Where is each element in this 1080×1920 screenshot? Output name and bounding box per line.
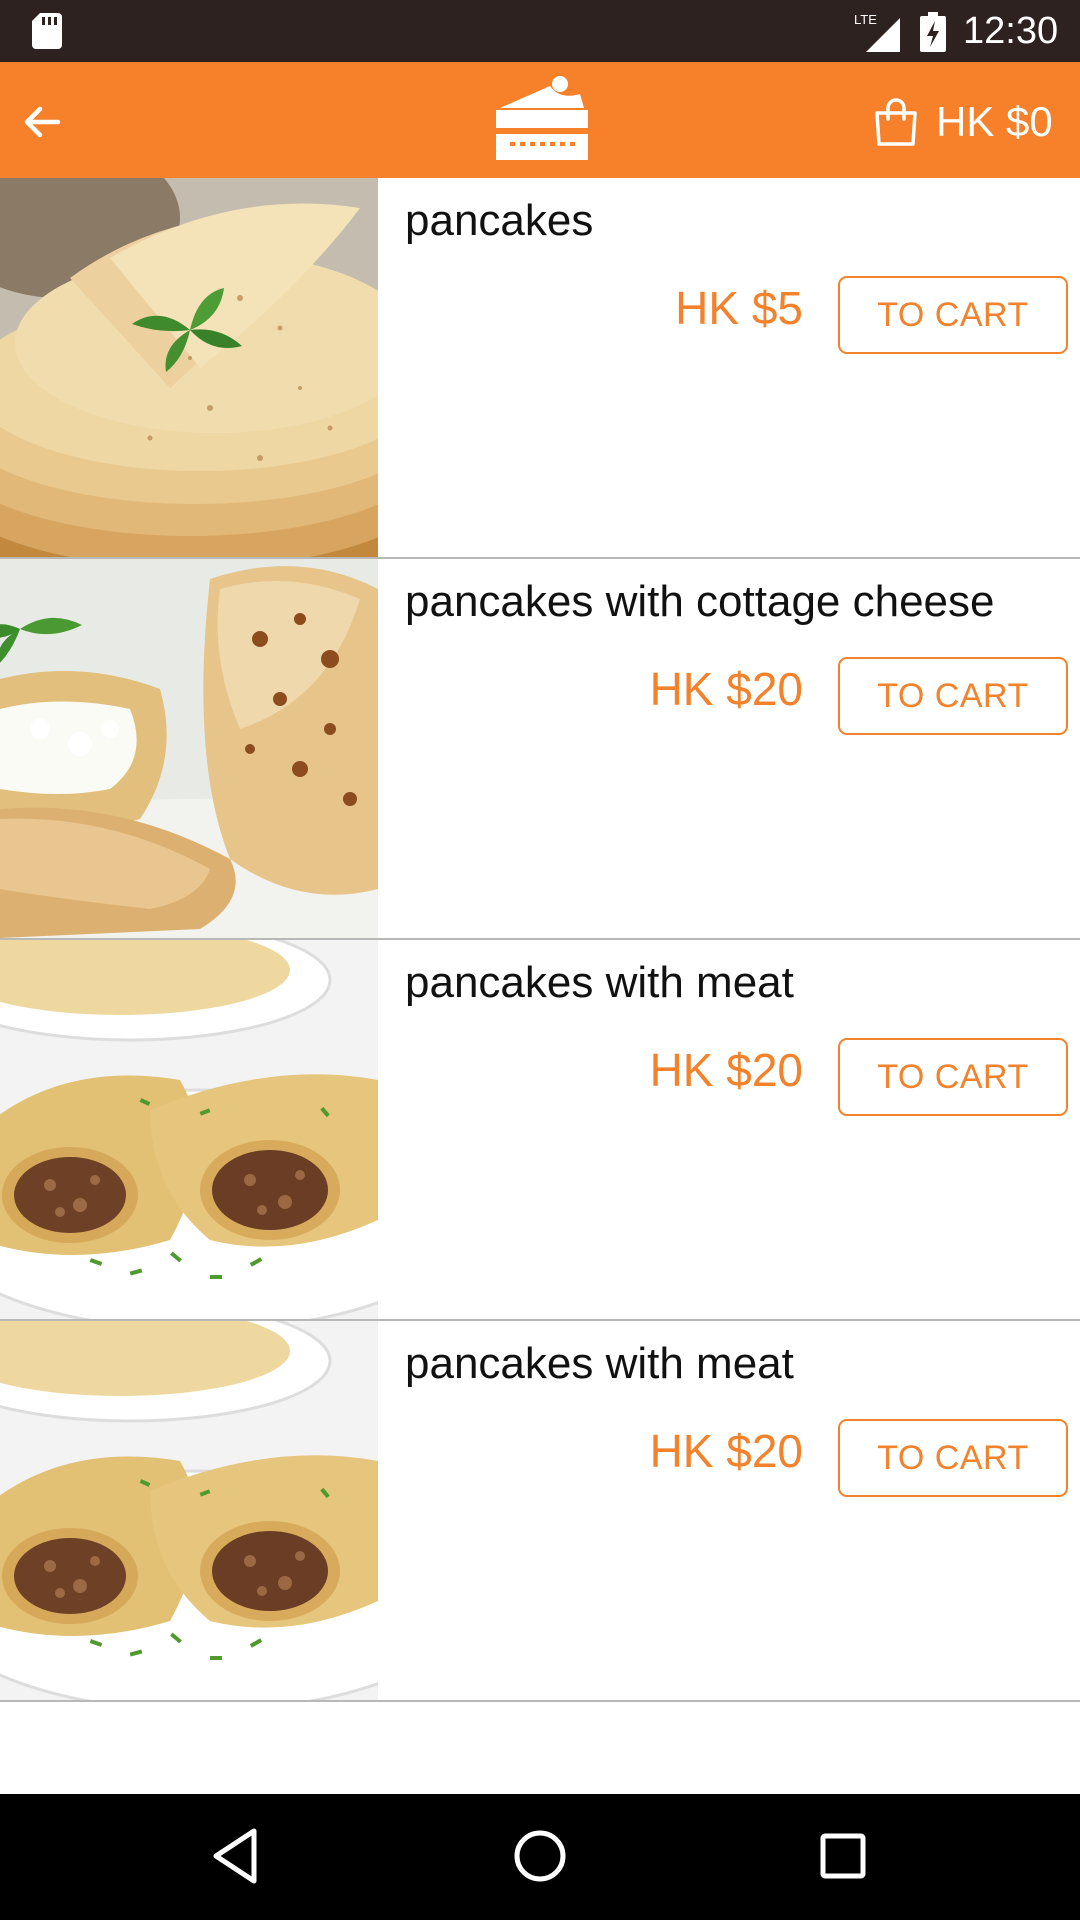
product-row[interactable]: pancakes with cottage cheese HK $20 TO C… bbox=[0, 559, 1080, 940]
product-name: pancakes with cottage cheese bbox=[405, 577, 995, 626]
product-price: HK $20 bbox=[649, 663, 803, 715]
product-price: HK $20 bbox=[649, 1044, 803, 1096]
to-cart-button[interactable]: TO CART bbox=[838, 657, 1068, 735]
to-cart-button[interactable]: TO CART bbox=[838, 1038, 1068, 1116]
product-price: HK $5 bbox=[675, 282, 803, 334]
sd-card-icon bbox=[32, 13, 62, 49]
to-cart-button[interactable]: TO CART bbox=[838, 276, 1068, 354]
product-name: pancakes with meat bbox=[405, 958, 794, 1007]
product-price: HK $20 bbox=[649, 1425, 803, 1477]
shopping-bag-icon bbox=[875, 98, 917, 146]
battery-charging-icon bbox=[920, 12, 946, 52]
system-nav-bar bbox=[0, 1794, 1080, 1920]
arrow-left-icon[interactable] bbox=[18, 98, 66, 146]
cart-total: HK $0 bbox=[936, 98, 1053, 145]
product-row[interactable]: pancakes HK $5 TO CART bbox=[0, 178, 1080, 559]
signal-icon: LTE bbox=[854, 12, 900, 52]
product-image bbox=[0, 559, 378, 938]
product-list: pancakes HK $5 TO CART pancakes with cot… bbox=[0, 178, 1080, 1702]
recents-square-icon[interactable] bbox=[818, 1827, 868, 1885]
status-bar: LTE 12:30 bbox=[0, 0, 1080, 62]
product-image bbox=[0, 178, 378, 557]
clock: 12:30 bbox=[963, 10, 1059, 52]
app-bar: HK $0 bbox=[0, 62, 1080, 178]
home-circle-icon[interactable] bbox=[512, 1827, 568, 1885]
cake-slice-icon bbox=[496, 76, 588, 160]
network-label: LTE bbox=[854, 12, 877, 27]
cart-summary[interactable]: HK $0 bbox=[872, 94, 1053, 150]
product-row[interactable]: pancakes with meat HK $20 TO CART bbox=[0, 1321, 1080, 1702]
product-image bbox=[0, 940, 378, 1319]
product-image bbox=[0, 1321, 378, 1700]
to-cart-button[interactable]: TO CART bbox=[838, 1419, 1068, 1497]
product-row[interactable]: pancakes with meat HK $20 TO CART bbox=[0, 940, 1080, 1321]
product-name: pancakes bbox=[405, 196, 594, 245]
back-triangle-icon[interactable] bbox=[210, 1827, 260, 1885]
product-name: pancakes with meat bbox=[405, 1339, 794, 1388]
